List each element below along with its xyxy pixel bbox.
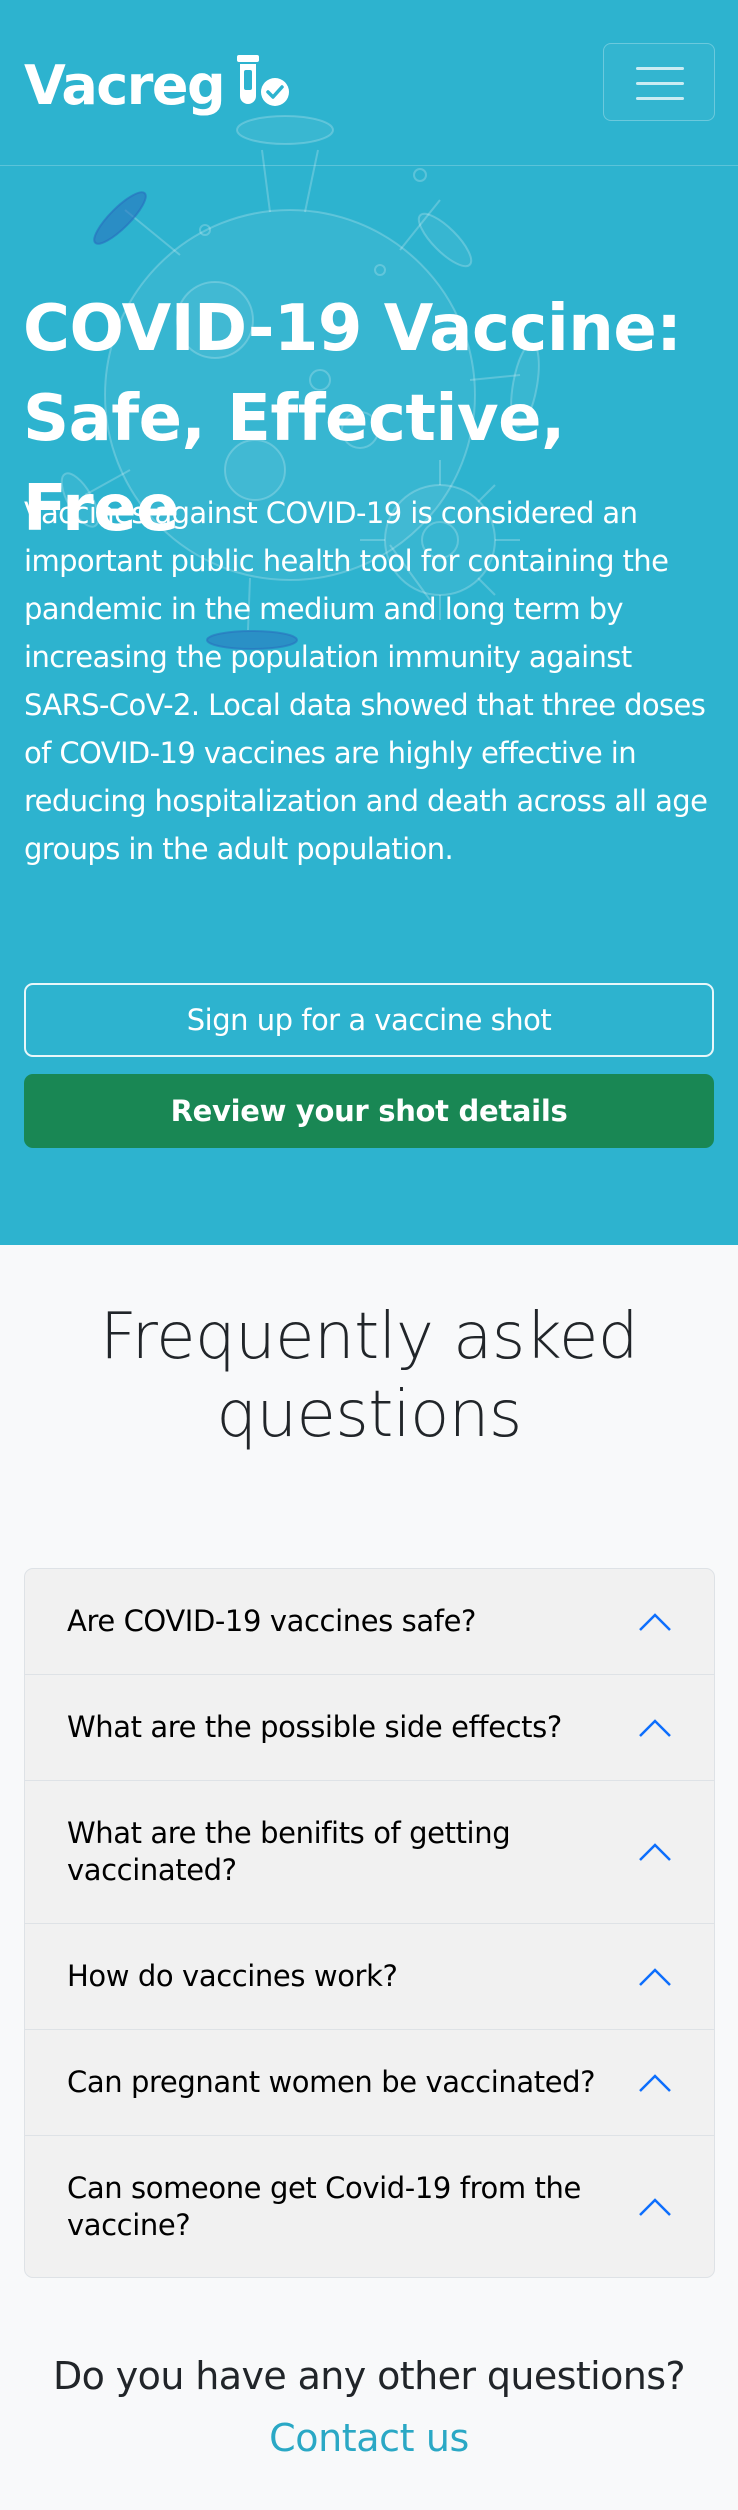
faq-question-line: How do vaccines work? xyxy=(67,1959,398,1993)
faq-item-how-vaccines-work[interactable]: How do vaccines work? xyxy=(25,1924,714,2030)
faq-accordion: Are COVID-19 vaccines safe? What are the… xyxy=(24,1568,715,2278)
faq-item-pregnant-women[interactable]: Can pregnant women be vaccinated? xyxy=(25,2030,714,2136)
vaccine-vial-check-icon xyxy=(234,52,292,119)
brand-link[interactable]: Vacreg xyxy=(24,52,292,119)
hero-description-line: reducing hospitalization and death acros… xyxy=(24,784,708,818)
faq-question-line: What are the possible side effects? xyxy=(67,1710,562,1744)
faq-item-benefits[interactable]: What are the benifits of getting vaccina… xyxy=(25,1781,714,1924)
hero-description-line: groups in the adult population. xyxy=(24,832,454,866)
chevron-up-icon xyxy=(639,1843,671,1861)
faq-title: Frequently asked questions xyxy=(0,1298,738,1454)
faq-question: How do vaccines work? xyxy=(67,1958,398,1995)
brand-name: Vacreg xyxy=(24,53,226,117)
faq-item-side-effects[interactable]: What are the possible side effects? xyxy=(25,1675,714,1781)
faq-question-line: What are the benifits of getting xyxy=(67,1816,511,1850)
hero-description-line: important public health tool for contain… xyxy=(24,544,669,578)
faq-question-line: Can pregnant women be vaccinated? xyxy=(67,2065,596,2099)
faq-question: Can someone get Covid-19 from the vaccin… xyxy=(67,2170,581,2244)
faq-question: Can pregnant women be vaccinated? xyxy=(67,2064,596,2101)
navbar-toggler-button[interactable] xyxy=(603,43,715,121)
faq-question: What are the benifits of getting vaccina… xyxy=(67,1815,511,1889)
chevron-up-icon xyxy=(639,1612,671,1631)
signup-vaccine-button[interactable]: Sign up for a vaccine shot xyxy=(24,983,714,1057)
chevron-up-icon xyxy=(639,1718,671,1737)
faq-question-line: Are COVID-19 vaccines safe? xyxy=(67,1604,477,1638)
hero-description: Vaccines against COVID-19 is considered … xyxy=(24,489,724,873)
hero-section: Vacreg COVID-19 Vaccine: Safe, Effective… xyxy=(0,0,738,1245)
hamburger-line xyxy=(636,97,684,100)
faq-title-line-2: questions xyxy=(216,1378,522,1452)
hero-description-line: Vaccines against COVID-19 is considered … xyxy=(24,496,638,530)
faq-item-vaccines-safe[interactable]: Are COVID-19 vaccines safe? xyxy=(25,1569,714,1675)
hamburger-line xyxy=(636,82,684,85)
hamburger-menu-icon xyxy=(636,67,684,70)
chevron-up-icon xyxy=(639,1967,671,1986)
hero-description-line: SARS-CoV-2. Local data showed that three… xyxy=(24,688,706,722)
chevron-up-icon xyxy=(639,2073,671,2092)
faq-question-line: Can someone get Covid-19 from the xyxy=(67,2170,581,2205)
hero-description-line: of COVID-19 vaccines are highly effectiv… xyxy=(24,736,637,770)
faq-question-line: vaccinated? xyxy=(67,1853,237,1887)
faq-question: What are the possible side effects? xyxy=(67,1709,562,1746)
faq-title-line-1: Frequently asked xyxy=(100,1300,639,1374)
navbar: Vacreg xyxy=(0,0,738,166)
contact-us-link[interactable]: Contact us xyxy=(0,2410,738,2466)
chevron-up-icon xyxy=(639,2197,671,2216)
hero-description-line: pandemic in the medium and long term by xyxy=(24,592,624,626)
faq-question-line: vaccine? xyxy=(67,2207,191,2242)
other-questions-text: Do you have any other questions? xyxy=(53,2354,686,2398)
hero-title-line-1: COVID-19 Vaccine: xyxy=(23,292,682,366)
faq-item-covid-from-vaccine[interactable]: Can someone get Covid-19 from the vaccin… xyxy=(25,2136,714,2277)
faq-question: Are COVID-19 vaccines safe? xyxy=(67,1603,476,1640)
hero-description-line: increasing the population immunity again… xyxy=(24,640,632,674)
review-shot-details-button[interactable]: Review your shot details xyxy=(24,1074,714,1148)
